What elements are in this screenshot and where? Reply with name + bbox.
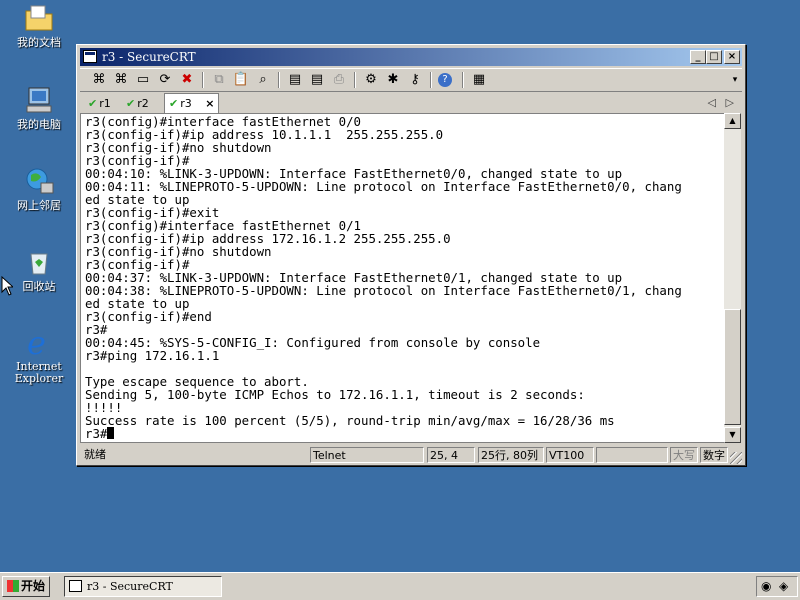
connected-check-icon: ✔ bbox=[126, 97, 136, 110]
toolbar-divider bbox=[354, 72, 356, 88]
help-icon[interactable]: ? bbox=[438, 73, 452, 87]
scroll-down-icon[interactable]: ▼ bbox=[724, 427, 741, 443]
toolbar-divider bbox=[202, 72, 204, 88]
status-ready: 就绪 bbox=[84, 448, 106, 461]
toolbar: ⌘ ⌘ ▭ ⟳ ✖ ⧉ 📋 ⌕ ▤ ▤ ⎙ ⚙ ✱ ⚷ ? ▦ ▾ bbox=[80, 68, 742, 92]
maximize-button[interactable]: □ bbox=[706, 50, 722, 64]
connect-icon[interactable]: ⌘ bbox=[90, 71, 108, 89]
securecrt-app-icon bbox=[83, 50, 97, 63]
desktop-icon-network[interactable]: 网上邻居 bbox=[4, 165, 74, 212]
print-selection-icon[interactable]: ▤ bbox=[308, 71, 326, 89]
securecrt-app-icon bbox=[69, 580, 82, 592]
terminal-lines: r3(config)#interface fastEthernet 0/0 r3(… bbox=[81, 114, 724, 440]
tab-label: r1 bbox=[99, 97, 111, 110]
tray-speaker-icon[interactable]: ◉ bbox=[761, 579, 771, 593]
desktop-icon-my-computer[interactable]: 我的电脑 bbox=[4, 84, 74, 131]
terminal-prompt: r3# bbox=[85, 426, 108, 441]
start-label: 开始 bbox=[21, 579, 46, 593]
tab-r3[interactable]: ✔ r3 × bbox=[164, 93, 220, 113]
copy-icon[interactable]: ⧉ bbox=[210, 71, 228, 89]
status-terminal-size: 25行, 80列 bbox=[478, 447, 544, 463]
terminal-prompt-line: r3# bbox=[85, 427, 724, 440]
printer-icon[interactable]: ⎙ bbox=[330, 71, 348, 89]
terminal-line: r3#ping 172.16.1.1 bbox=[85, 348, 220, 363]
terminal-scrollbar[interactable]: ▲ ▼ bbox=[724, 113, 741, 443]
scrollbar-thumb[interactable] bbox=[724, 309, 741, 425]
terminal-output[interactable]: r3(config)#interface fastEthernet 0/0 r3(… bbox=[80, 113, 724, 443]
computer-icon bbox=[23, 84, 55, 116]
status-bar: 就绪 Telnet 25, 4 25行, 80列 VT100 大写 数字 bbox=[80, 446, 742, 464]
start-button[interactable]: 开始 bbox=[2, 576, 50, 597]
terminal-line: Sending 5, 100-byte ICMP Echos to 172.16… bbox=[85, 387, 585, 402]
connected-check-icon: ✔ bbox=[169, 97, 179, 110]
scroll-up-icon[interactable]: ▲ bbox=[724, 113, 741, 129]
taskbar-button-securecrt[interactable]: r3 - SecureCRT bbox=[64, 576, 222, 597]
status-protocol: Telnet bbox=[310, 447, 424, 463]
toolbar-divider bbox=[278, 72, 280, 88]
taskbar-button-label: r3 - SecureCRT bbox=[87, 580, 173, 593]
status-caps: 大写 bbox=[670, 447, 698, 463]
session-tabs: ✔ r1 ✔ r2 ✔ r3 × ◁ ▷ bbox=[80, 93, 742, 113]
toolbar-divider bbox=[462, 72, 464, 88]
status-emulation: VT100 bbox=[546, 447, 594, 463]
recycle-bin-icon bbox=[23, 246, 55, 278]
taskbar: 开始 r3 - SecureCRT ◉ ◈ bbox=[0, 572, 800, 600]
toolbar-overflow-icon[interactable]: ▾ bbox=[726, 71, 744, 89]
resize-grip-icon[interactable] bbox=[730, 452, 742, 464]
sftp-icon[interactable]: ▦ bbox=[470, 71, 488, 89]
terminal-line: Success rate is 100 percent (5/5), round… bbox=[85, 413, 615, 428]
close-button[interactable]: × bbox=[724, 50, 740, 64]
tab-label: r2 bbox=[137, 97, 149, 110]
quick-connect-icon[interactable]: ⌘ bbox=[112, 71, 130, 89]
global-options-icon[interactable]: ✱ bbox=[384, 71, 402, 89]
connected-check-icon: ✔ bbox=[88, 97, 98, 110]
folder-icon bbox=[23, 2, 55, 34]
window-titlebar[interactable]: r3 - SecureCRT _ □ × bbox=[80, 48, 742, 66]
status-num: 数字 bbox=[700, 447, 728, 463]
desktop-icon-label: 网上邻居 bbox=[17, 199, 61, 212]
desktop-icon-label: 回收站 bbox=[22, 280, 56, 293]
tab-close-icon[interactable]: × bbox=[205, 97, 214, 110]
print-icon[interactable]: ▤ bbox=[286, 71, 304, 89]
desktop-icon-label: 我的文档 bbox=[17, 36, 61, 49]
status-empty bbox=[596, 447, 668, 463]
tab-label: r3 bbox=[180, 97, 192, 110]
tab-r2[interactable]: ✔ r2 bbox=[126, 95, 149, 112]
desktop-icon-label: Internet Explorer bbox=[14, 360, 64, 385]
window-title: r3 - SecureCRT bbox=[102, 50, 196, 64]
reconnect-icon[interactable]: ⟳ bbox=[156, 71, 174, 89]
desktop-icon-recycle-bin[interactable]: 回收站 bbox=[4, 246, 74, 293]
status-cursor-position: 25, 4 bbox=[427, 447, 475, 463]
internet-explorer-icon: e bbox=[23, 324, 55, 362]
paste-icon[interactable]: 📋 bbox=[232, 71, 250, 89]
disconnect-icon[interactable]: ✖ bbox=[178, 71, 196, 89]
terminal-cursor bbox=[107, 427, 115, 439]
find-icon[interactable]: ⌕ bbox=[254, 71, 272, 89]
tab-scroll-left-icon[interactable]: ◁ bbox=[708, 96, 716, 109]
securecrt-window[interactable]: r3 - SecureCRT _ □ × ⌘ ⌘ ▭ ⟳ ✖ ⧉ 📋 ⌕ ▤ ▤… bbox=[76, 44, 746, 466]
desktop-icon-internet-explorer[interactable]: e Internet Explorer bbox=[4, 324, 74, 385]
session-options-icon[interactable]: ⚙ bbox=[362, 71, 380, 89]
minimize-button[interactable]: _ bbox=[690, 50, 706, 64]
desktop-icon-my-documents[interactable]: 我的文档 bbox=[4, 2, 74, 49]
system-tray: ◉ ◈ bbox=[756, 576, 798, 597]
svg-text:e: e bbox=[27, 326, 46, 358]
connect-tab-icon[interactable]: ▭ bbox=[134, 71, 152, 89]
windows-flag-icon bbox=[7, 580, 19, 592]
tray-network-icon[interactable]: ◈ bbox=[779, 579, 788, 593]
desktop-icon-label: 我的电脑 bbox=[17, 118, 61, 131]
mouse-pointer-icon bbox=[1, 276, 13, 296]
toolbar-divider bbox=[430, 72, 432, 88]
tab-scroll-right-icon[interactable]: ▷ bbox=[726, 96, 734, 109]
key-icon[interactable]: ⚷ bbox=[406, 71, 424, 89]
network-globe-icon bbox=[23, 165, 55, 197]
terminal-line: r3(config-if)#end bbox=[85, 309, 212, 324]
tab-r1[interactable]: ✔ r1 bbox=[88, 95, 111, 112]
